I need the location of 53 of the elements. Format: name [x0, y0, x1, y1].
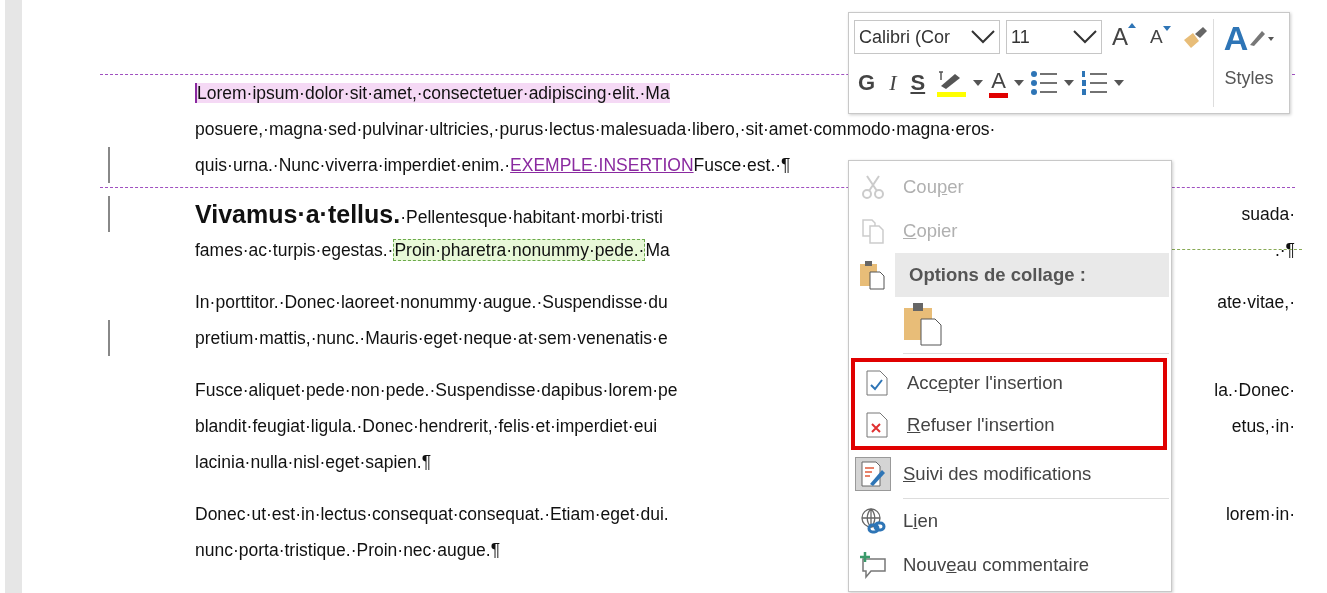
bold-button[interactable]: G: [854, 70, 880, 96]
menu-item[interactable]: Accepter l'insertion: [855, 362, 1163, 404]
highlighter-icon[interactable]: [935, 68, 968, 98]
globe-link-icon: [860, 507, 886, 535]
numbered-list-icon[interactable]: [1079, 70, 1108, 96]
shrink-font-button[interactable]: A: [1146, 26, 1175, 48]
body-text: quis·urna.·Nunc·viverra·imperdiet·enim.·EXEMPLE·INSERTIONFusce·est.·¶: [195, 154, 791, 176]
underline-button[interactable]: S: [906, 70, 930, 96]
clipboard-icon: [859, 260, 885, 290]
caret-icon[interactable]: [973, 80, 984, 86]
document-pencil-icon: [860, 460, 886, 488]
caret-icon[interactable]: [1013, 80, 1024, 86]
body-text: Vivamus·a·tellus.·Pellentesque·habitant·morbi·tristi: [195, 199, 663, 229]
body-text: pretium·mattis,·nunc.·Mauris·eget·neque·at·sem·venenatis·e: [195, 327, 668, 349]
body-text: la.·Donec·: [1214, 379, 1295, 401]
document-check-icon: [866, 370, 888, 396]
copy-icon: [861, 218, 885, 244]
caret-icon[interactable]: [1113, 80, 1124, 86]
menu-item[interactable]: Refuser l'insertion: [855, 404, 1163, 446]
body-text: Fusce·aliquet·pede·non·pede.·Suspendisse·dapibus·lorem·pe: [195, 379, 678, 401]
new-comment-icon: [859, 551, 887, 579]
bullet-list-icon[interactable]: [1029, 70, 1058, 96]
styles-label[interactable]: Styles: [1224, 68, 1274, 89]
body-text: nunc·porta·tristique.·Proin·nec·augue.¶: [195, 539, 501, 561]
menu-item[interactable]: Nouveau commentaire: [851, 543, 1169, 587]
font-dropdown[interactable]: Calibri (Cor: [854, 20, 1000, 54]
scissors-icon: [861, 174, 885, 200]
body-text: fames·ac·turpis·egestas.·Proin·pharetra·nonummy·pede.·Ma: [195, 239, 670, 261]
font-color-button[interactable]: A: [989, 68, 1008, 98]
styles-button[interactable]: A: [1223, 19, 1275, 58]
body-text: .·¶: [1274, 239, 1295, 261]
chevron-down-icon: [1073, 30, 1097, 44]
menu-item[interactable]: Lien: [851, 499, 1169, 543]
body-text: posuere,·magna·sed·pulvinar·ultricies,·purus·lectus·malesuada·libero,·sit·amet·commodo·magna·eros·: [195, 118, 996, 140]
body-text: Lorem·ipsum·dolor·sit·amet,·consectetuer·adipiscing·elit.·Ma: [195, 82, 670, 104]
body-text: Donec·ut·est·in·lectus·consequat·consequat.·Etiam·eget·dui.: [195, 503, 669, 525]
paintbrush-icon: [1250, 31, 1266, 46]
body-text: lorem·in·: [1225, 503, 1295, 525]
body-text: suada·: [1241, 203, 1295, 225]
grow-font-button[interactable]: A: [1108, 23, 1140, 51]
caret-icon[interactable]: [1063, 80, 1074, 86]
menu-item[interactable]: Suivi des modifications: [851, 452, 1169, 496]
italic-button[interactable]: I: [885, 70, 901, 96]
body-text: etus,·in·: [1231, 415, 1295, 437]
body-text: blandit·feugiat·ligula.·Donec·hendrerit,·felis·et·imperdiet·eui: [195, 415, 657, 437]
chevron-down-icon: [971, 30, 995, 44]
body-text: ate·vitae,·: [1217, 291, 1295, 313]
caret-icon: [1268, 36, 1275, 41]
document-x-icon: [866, 412, 888, 438]
paste-icon[interactable]: [903, 302, 943, 346]
body-text: lacinia·nulla·nisl·eget·sapien.¶: [195, 451, 432, 473]
body-text: In·porttitor.·Donec·laoreet·nonummy·augue.·Suspendisse·du: [195, 291, 668, 313]
font-size-dropdown[interactable]: 11: [1006, 20, 1102, 54]
